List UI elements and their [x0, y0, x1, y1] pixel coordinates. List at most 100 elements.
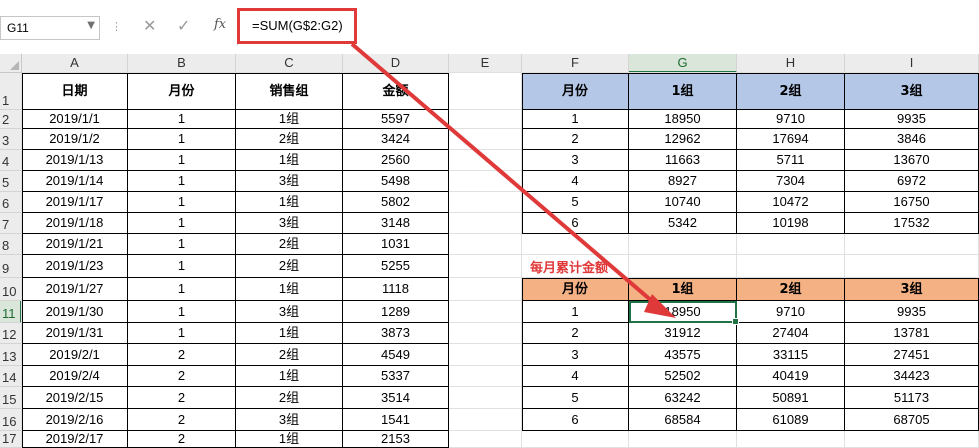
table-cell[interactable]: 40419 — [737, 366, 845, 387]
table-cell[interactable]: 2 — [522, 129, 629, 150]
row-header-4[interactable]: 4 — [0, 150, 22, 171]
table-header[interactable]: 月份 — [522, 278, 629, 301]
table-cell[interactable]: 4 — [522, 171, 629, 192]
table-cell[interactable]: 10740 — [629, 192, 737, 213]
table-cell[interactable]: 3 — [522, 150, 629, 171]
table-cell[interactable]: 2019/1/13 — [22, 150, 128, 171]
table-cell[interactable]: 2019/1/30 — [22, 301, 128, 323]
table-cell[interactable]: 2 — [128, 387, 236, 409]
column-header-a[interactable]: A — [22, 54, 128, 73]
table-cell[interactable]: 18950 — [629, 110, 737, 129]
table-cell[interactable]: 1289 — [343, 301, 449, 323]
table-cell[interactable]: 5597 — [343, 110, 449, 129]
table-cell[interactable]: 10472 — [737, 192, 845, 213]
table-header[interactable]: 月份 — [522, 73, 629, 110]
check-icon[interactable]: ✓ — [177, 16, 190, 35]
column-header-i[interactable]: I — [845, 54, 979, 73]
table-cell[interactable]: 2019/1/21 — [22, 234, 128, 255]
table-cell[interactable]: 2组 — [236, 234, 343, 255]
column-header-c[interactable]: C — [236, 54, 343, 73]
table-cell[interactable]: 61089 — [737, 409, 845, 431]
table-header[interactable]: 3组 — [845, 73, 979, 110]
column-header-f[interactable]: F — [522, 54, 629, 73]
table-cell[interactable]: 2153 — [343, 431, 449, 448]
table-cell[interactable]: 1 — [128, 110, 236, 129]
table-cell[interactable]: 2019/2/4 — [22, 366, 128, 387]
row-header-12[interactable]: 12 — [0, 323, 22, 344]
table-cell[interactable]: 2 — [128, 409, 236, 431]
table-cell[interactable]: 5255 — [343, 255, 449, 278]
table-cell[interactable]: 2560 — [343, 150, 449, 171]
column-header-g[interactable]: G — [629, 54, 737, 73]
table-cell[interactable]: 2 — [128, 431, 236, 448]
table-cell[interactable]: 43575 — [629, 344, 737, 366]
table-cell[interactable]: 9935 — [845, 301, 979, 323]
table-cell[interactable]: 10198 — [737, 213, 845, 234]
table-cell[interactable]: 1组 — [236, 366, 343, 387]
table-header[interactable]: 2组 — [737, 73, 845, 110]
table-cell[interactable]: 2019/1/1 — [22, 110, 128, 129]
table-cell[interactable]: 2019/1/14 — [22, 171, 128, 192]
table-cell[interactable]: 4549 — [343, 344, 449, 366]
table-cell[interactable]: 8927 — [629, 171, 737, 192]
table-cell[interactable]: 2组 — [236, 255, 343, 278]
table-cell[interactable]: 2019/1/2 — [22, 129, 128, 150]
table-cell[interactable]: 2019/2/1 — [22, 344, 128, 366]
table-cell[interactable]: 5342 — [629, 213, 737, 234]
table-cell[interactable]: 3组 — [236, 409, 343, 431]
row-header-7[interactable]: 7 — [0, 213, 22, 234]
table-cell[interactable]: 52502 — [629, 366, 737, 387]
table-header[interactable]: 金额 — [343, 73, 449, 110]
table-cell[interactable]: 2组 — [236, 129, 343, 150]
table-cell[interactable]: 9710 — [737, 110, 845, 129]
row-header-10[interactable]: 10 — [0, 278, 22, 301]
row-header-17[interactable]: 17 — [0, 431, 22, 448]
table-cell[interactable]: 1组 — [236, 431, 343, 448]
table-header[interactable]: 日期 — [22, 73, 128, 110]
table-cell[interactable]: 3组 — [236, 301, 343, 323]
table-cell[interactable]: 17532 — [845, 213, 979, 234]
table-cell[interactable]: 3873 — [343, 323, 449, 344]
row-header-11[interactable]: 11 — [0, 301, 22, 323]
table-cell[interactable]: 1 — [128, 234, 236, 255]
table-cell[interactable]: 1组 — [236, 150, 343, 171]
table-cell[interactable]: 5498 — [343, 171, 449, 192]
table-cell[interactable]: 68584 — [629, 409, 737, 431]
row-header-5[interactable]: 5 — [0, 171, 22, 192]
table-cell[interactable]: 31912 — [629, 323, 737, 344]
table-cell[interactable]: 1 — [128, 129, 236, 150]
table-cell[interactable]: 2019/2/16 — [22, 409, 128, 431]
table-cell[interactable]: 1118 — [343, 278, 449, 301]
table-cell[interactable]: 2019/2/15 — [22, 387, 128, 409]
table-cell[interactable]: 5337 — [343, 366, 449, 387]
row-header-9[interactable]: 9 — [0, 255, 22, 278]
table-header[interactable]: 月份 — [128, 73, 236, 110]
table-cell[interactable]: 2019/1/23 — [22, 255, 128, 278]
table-cell[interactable]: 2组 — [236, 344, 343, 366]
table-cell[interactable]: 16750 — [845, 192, 979, 213]
table-cell[interactable]: 2019/1/27 — [22, 278, 128, 301]
column-header-b[interactable]: B — [128, 54, 236, 73]
table-cell[interactable]: 9935 — [845, 110, 979, 129]
table-cell[interactable]: 6972 — [845, 171, 979, 192]
table-cell[interactable]: 3846 — [845, 129, 979, 150]
table-cell[interactable]: 51173 — [845, 387, 979, 409]
table-cell[interactable]: 63242 — [629, 387, 737, 409]
table-header[interactable]: 2组 — [737, 278, 845, 301]
table-cell[interactable]: 3514 — [343, 387, 449, 409]
table-cell[interactable]: 13670 — [845, 150, 979, 171]
chevron-down-icon[interactable]: ▼ — [87, 20, 95, 31]
table-cell[interactable]: 7304 — [737, 171, 845, 192]
table-cell[interactable]: 2019/1/17 — [22, 192, 128, 213]
table-cell[interactable]: 13781 — [845, 323, 979, 344]
table-cell[interactable]: 1 — [128, 323, 236, 344]
table-cell[interactable]: 50891 — [737, 387, 845, 409]
table-cell[interactable]: 2 — [128, 366, 236, 387]
table-cell[interactable]: 17694 — [737, 129, 845, 150]
row-header-1[interactable]: 1 — [0, 73, 22, 110]
table-cell[interactable]: 3组 — [236, 213, 343, 234]
table-header[interactable]: 1组 — [629, 73, 737, 110]
table-cell[interactable]: 3 — [522, 344, 629, 366]
fx-icon[interactable]: fx — [214, 17, 226, 32]
table-cell[interactable]: 2 — [522, 323, 629, 344]
